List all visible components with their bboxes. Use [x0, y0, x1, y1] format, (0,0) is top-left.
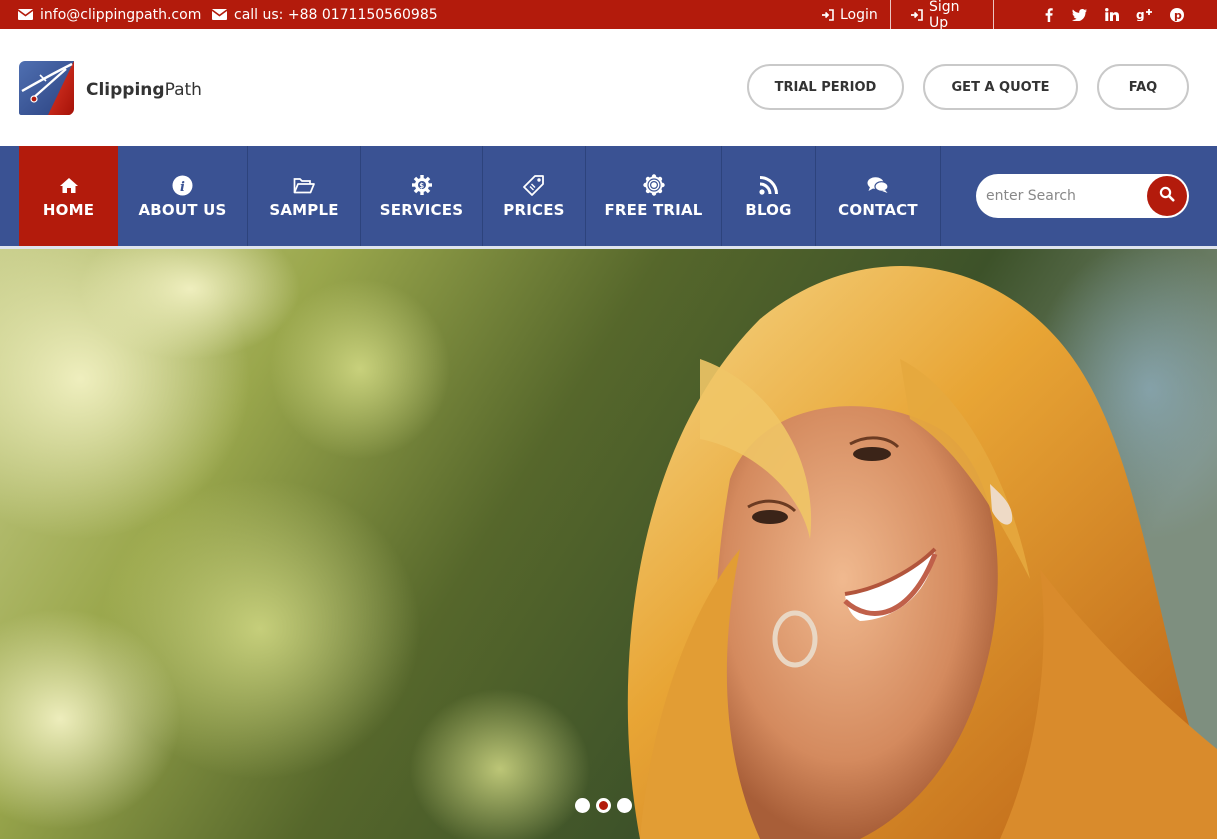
- nav-label: SAMPLE: [269, 201, 339, 219]
- rss-icon: [758, 173, 779, 197]
- email-text[interactable]: info@clippingpath.com: [40, 7, 201, 23]
- facebook-icon[interactable]: [1039, 0, 1059, 29]
- search-icon: [1159, 186, 1175, 206]
- nav-label: ABOUT US: [138, 201, 227, 219]
- envelope-icon: [18, 9, 33, 20]
- svg-text:i: i: [180, 180, 185, 195]
- signup-label[interactable]: Sign Up: [929, 0, 979, 31]
- folder-open-icon: [293, 173, 315, 197]
- phone-text: call us: +88 0171150560985: [234, 6, 438, 23]
- nav-item-home[interactable]: HOME: [19, 146, 118, 246]
- envelope-icon: [212, 9, 227, 20]
- sign-in-icon: [821, 8, 834, 21]
- get-a-quote-button[interactable]: GET A QUOTE: [923, 64, 1078, 110]
- slider-dot-active[interactable]: [596, 798, 611, 813]
- signup-link[interactable]: Sign Up: [896, 0, 994, 31]
- nav-label: HOME: [42, 201, 95, 219]
- email-contact[interactable]: info@clippingpath.com: [18, 0, 201, 29]
- sign-in-icon: [910, 8, 923, 21]
- top-bar: info@clippingpath.com call us: +88 01711…: [0, 0, 1217, 31]
- search-box: [976, 174, 1189, 218]
- login-link[interactable]: Login: [807, 0, 891, 29]
- svg-text:p: p: [1174, 9, 1182, 22]
- gear-icon: $: [411, 173, 433, 197]
- price-tag-icon: [523, 173, 545, 197]
- hero-photo: [0, 249, 1217, 839]
- nav-item-contact[interactable]: CONTACT: [816, 146, 941, 246]
- home-icon: [59, 173, 79, 197]
- trial-period-button[interactable]: TRIAL PERIOD: [747, 64, 904, 110]
- logo-mark-icon: [18, 59, 76, 121]
- nav-label: SERVICES: [379, 201, 464, 219]
- chat-icon: [867, 173, 889, 197]
- nav-item-blog[interactable]: BLOG: [722, 146, 816, 246]
- faq-button[interactable]: FAQ: [1097, 64, 1189, 110]
- nav-item-sample[interactable]: SAMPLE: [248, 146, 361, 246]
- slider-dot[interactable]: [575, 798, 590, 813]
- hero-slider[interactable]: [0, 249, 1217, 839]
- svg-text:$: $: [419, 182, 424, 190]
- google-plus-icon[interactable]: g: [1134, 0, 1154, 29]
- site-header: ClippingPath TRIAL PERIOD GET A QUOTE FA…: [0, 29, 1217, 146]
- twitter-icon[interactable]: [1069, 0, 1089, 29]
- nav-item-services[interactable]: $ SERVICES: [361, 146, 483, 246]
- nav-item-free-trial[interactable]: FREE TRIAL: [586, 146, 722, 246]
- login-label[interactable]: Login: [840, 7, 878, 23]
- main-nav: HOME i ABOUT US SAMPLE $ SERVICES PRICES…: [0, 146, 1217, 246]
- info-icon: i: [172, 173, 193, 197]
- nav-label: BLOG: [745, 201, 792, 219]
- search-button[interactable]: [1147, 176, 1187, 216]
- phone-contact: call us: +88 0171150560985: [212, 0, 438, 29]
- slider-dot[interactable]: [617, 798, 632, 813]
- svg-text:g: g: [1136, 8, 1145, 21]
- nav-label: CONTACT: [838, 201, 918, 219]
- slider-dots: [575, 798, 632, 813]
- search-input[interactable]: [986, 182, 1136, 210]
- linkedin-icon[interactable]: [1102, 0, 1122, 29]
- nav-item-about-us[interactable]: i ABOUT US: [118, 146, 248, 246]
- logo-text: ClippingPath: [86, 80, 202, 100]
- nav-label: PRICES: [503, 201, 565, 219]
- badge-icon: [642, 173, 665, 197]
- pinterest-icon[interactable]: p: [1167, 0, 1187, 29]
- nav-item-prices[interactable]: PRICES: [483, 146, 586, 246]
- site-logo[interactable]: ClippingPath: [18, 59, 202, 121]
- nav-label: FREE TRIAL: [604, 201, 703, 219]
